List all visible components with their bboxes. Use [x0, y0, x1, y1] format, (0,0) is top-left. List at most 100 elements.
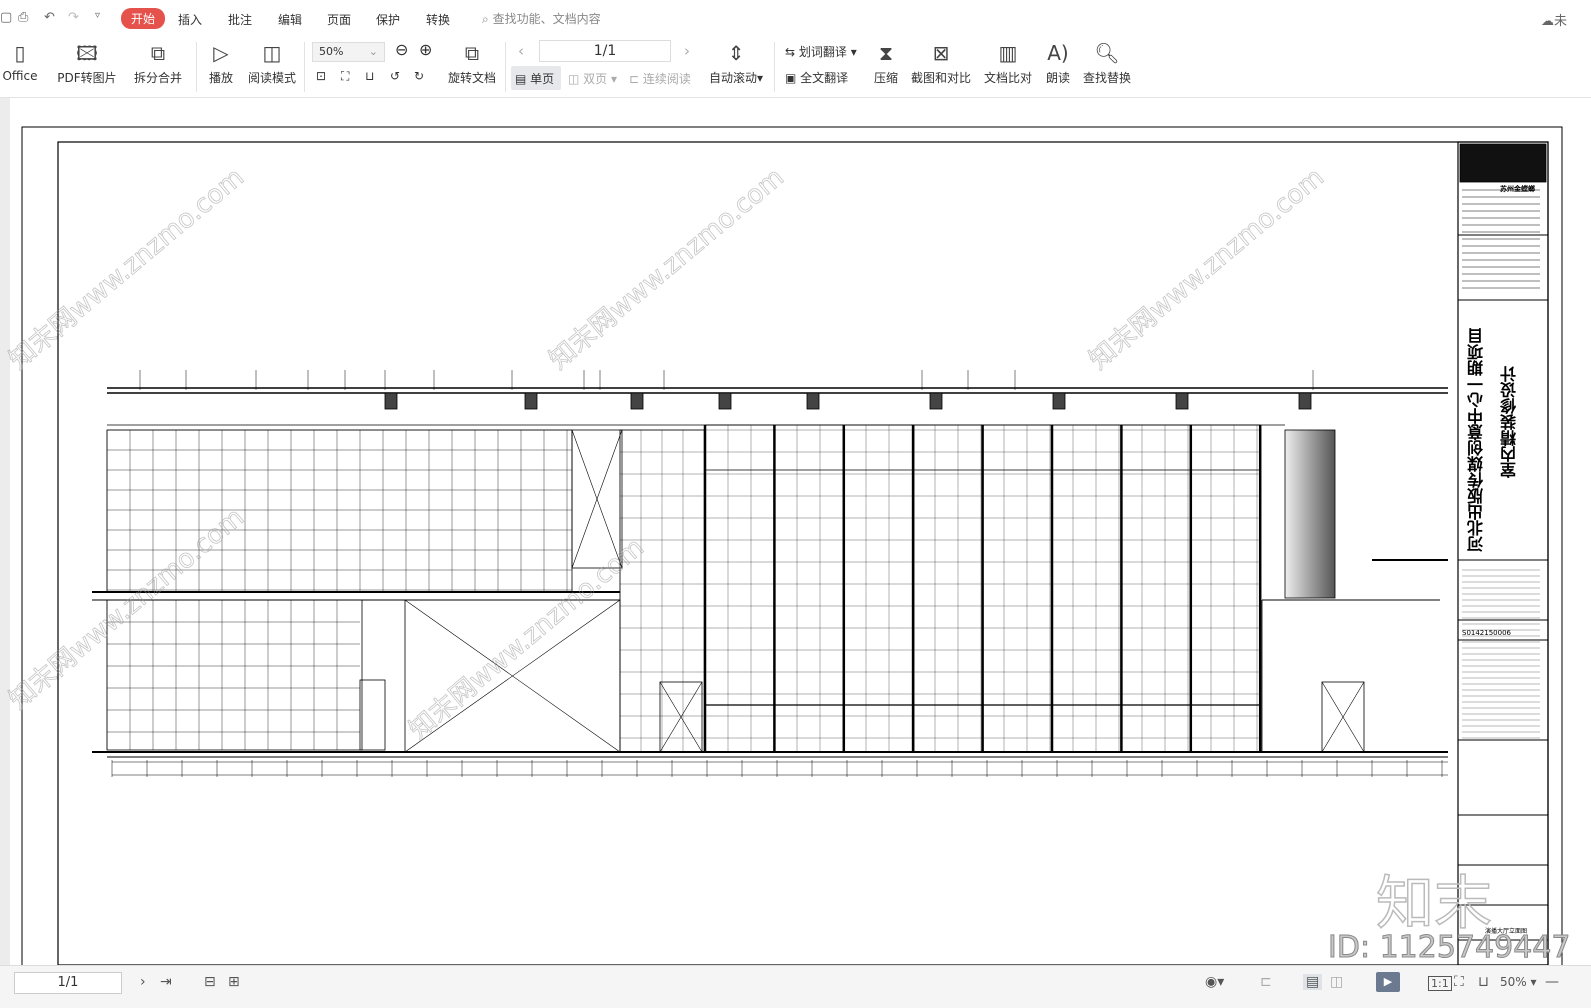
rotate-doc-icon: ⧉: [464, 41, 480, 65]
screenshot-compare-button[interactable]: ⊠ 截图和对比: [910, 40, 972, 86]
title-block-project-title: 河北出版传媒创意中心一期项目: [1467, 328, 1486, 552]
doc-compare-icon: ▥: [998, 41, 1018, 65]
pdf-to-image-button[interactable]: 🖾 PDF转图片: [56, 40, 118, 86]
doc-compare-button[interactable]: ▥ 文档比对: [982, 40, 1034, 86]
find-replace-button[interactable]: 🔍︎ 查找替换: [1082, 40, 1132, 86]
customize-icon[interactable]: ▿: [95, 10, 100, 21]
drawing-rect: [619, 429, 706, 753]
cad-drawing: [21, 126, 1563, 965]
zoom-out-icon[interactable]: ⊖: [395, 40, 408, 59]
print-icon[interactable]: ⎙: [18, 10, 28, 25]
double-page-view-icon[interactable]: ◫: [1330, 974, 1343, 990]
tab-protect[interactable]: 保护: [376, 9, 400, 30]
auto-scroll-button[interactable]: ⇕ 自动滚动▾: [706, 40, 766, 86]
drawing-rect: [1459, 143, 1547, 183]
zoom-select[interactable]: 50% ▾: [1500, 975, 1537, 989]
save-icon[interactable]: ▢: [0, 10, 12, 25]
image-icon: 🖾: [76, 41, 98, 65]
undo-icon[interactable]: ↶: [44, 10, 55, 25]
forward-icon[interactable]: ⊞: [228, 974, 240, 990]
title-block-project-no: S0142150006: [1462, 629, 1511, 637]
title-block-company: 苏州金螳螂: [1500, 185, 1535, 193]
drawing-rect: [806, 392, 820, 410]
read-mode-button[interactable]: ◫ 阅读模式: [246, 40, 298, 86]
next-page-icon[interactable]: ›: [140, 974, 146, 990]
single-page-button[interactable]: ▤ 单页: [511, 66, 561, 90]
rotate-right-icon[interactable]: ↻: [414, 69, 424, 83]
title-block-subtitle: 室内精装修设计: [1500, 366, 1519, 478]
zoom-in-icon[interactable]: ⊕: [419, 40, 432, 59]
split-merge-icon: ⧉: [150, 41, 166, 65]
status-bar: 1/1 › ⇥ ⊟ ⊞ ◉▾ ⊏ ▤ ◫ ▶ 1:1 ⛶ ⊔ 50% ▾ —: [0, 965, 1591, 1008]
continuous-read-button[interactable]: ⊏ 连续阅读: [629, 70, 691, 87]
status-page-input[interactable]: 1/1: [14, 972, 122, 994]
fit-width-icon[interactable]: ⊔: [365, 69, 374, 83]
full-translate-button[interactable]: ▣ 全文翻译: [785, 69, 848, 86]
prev-page-icon[interactable]: ‹: [518, 42, 524, 60]
fit-page-icon[interactable]: ⛶: [341, 69, 349, 84]
page-input[interactable]: 1/1: [539, 40, 671, 62]
rotate-doc-button[interactable]: ⧉ 旋转文档: [446, 40, 498, 86]
compress-icon: ⧗: [878, 41, 894, 65]
back-icon[interactable]: ⊟: [204, 974, 216, 990]
zoom-out-icon[interactable]: —: [1545, 974, 1559, 990]
tab-edit[interactable]: 编辑: [278, 9, 302, 30]
tab-start[interactable]: 开始: [121, 8, 166, 29]
read-aloud-button[interactable]: A) 朗读: [1042, 40, 1074, 86]
split-merge-button[interactable]: ⧉ 拆分合并: [128, 40, 188, 86]
fit-width-icon[interactable]: ⊔: [1478, 974, 1489, 990]
tab-convert[interactable]: 转换: [426, 9, 450, 30]
pdf-page: 河北出版传媒创意中心一期项目 室内精装修设计 苏州金螳螂 S0142150006…: [3, 98, 1591, 966]
redo-icon[interactable]: ↷: [68, 10, 79, 25]
tab-comment[interactable]: 批注: [228, 9, 252, 30]
watermark-id: ID: 1125749447: [1327, 930, 1571, 966]
drawing-rect: [524, 392, 538, 410]
play-button[interactable]: ▶: [1376, 972, 1400, 992]
compress-button[interactable]: ⧗ 压缩: [870, 40, 902, 86]
tab-insert[interactable]: 插入: [178, 9, 202, 30]
watermark-logo: 知末: [1375, 868, 1493, 938]
auto-scroll-icon: ⇕: [727, 41, 745, 65]
play-icon: ▶: [1383, 975, 1393, 988]
ribbon-toolbar: ▯ Office 🖾 PDF转图片 ⧉ 拆分合并 ▷ 播放 ◫ 阅读模式 50% ⌄ ⊖ ⊕…: [0, 36, 1591, 98]
cloud-label: 未: [1554, 14, 1568, 29]
menubar: ▢ ⎙ ↶ ↷ ▿ 开始 插入 批注 编辑 页面 保护 转换 ⌕ 查找功能、文档…: [0, 0, 1591, 36]
fit-page-icon[interactable]: ⛶: [1454, 974, 1464, 990]
drawing-rect: [630, 392, 644, 410]
drawing-rect: [106, 599, 363, 751]
next-page-icon[interactable]: ›: [684, 42, 690, 60]
drawing-rect: [1284, 429, 1336, 599]
drawing-rect: [359, 679, 386, 751]
drawing-rect: [1457, 141, 1549, 965]
play-circle-icon: ▷: [213, 41, 229, 65]
screenshot-icon: ⊠: [932, 41, 950, 65]
search-input[interactable]: ⌕ 查找功能、文档内容: [482, 10, 601, 27]
continuous-icon[interactable]: ⊏: [1260, 974, 1272, 990]
actual-size-icon[interactable]: 1:1: [1428, 976, 1452, 991]
double-page-button[interactable]: ◫ 双页 ▾: [568, 70, 617, 87]
book-icon: ◫: [262, 41, 282, 65]
zoom-select[interactable]: 50% ⌄: [312, 42, 385, 62]
chevron-down-icon: ⌄: [368, 45, 378, 58]
magnifier-icon: 🔍︎: [1094, 41, 1120, 65]
rotate-left-icon[interactable]: ↺: [390, 69, 400, 83]
office-icon: ▯: [14, 41, 26, 65]
document-area: 河北出版传媒创意中心一期项目 室内精装修设计 苏州金螳螂 S0142150006…: [0, 98, 1591, 966]
single-page-icon: ▤: [515, 72, 527, 86]
drawing-rect: [1052, 392, 1066, 410]
office-button[interactable]: ▯ Office: [0, 40, 42, 83]
drawing-rect: [384, 392, 398, 410]
cloud-sync-icon[interactable]: ☁未: [1541, 10, 1567, 29]
single-page-view-icon[interactable]: ▤: [1303, 974, 1323, 990]
drawing-rect: [1175, 392, 1189, 410]
actual-size-icon[interactable]: ⊡: [316, 69, 326, 83]
play-button[interactable]: ▷ 播放: [204, 40, 238, 86]
search-icon: ⌕: [482, 12, 489, 26]
read-aloud-icon: A): [1047, 41, 1069, 65]
drawing-rect: [1298, 392, 1312, 410]
tab-page[interactable]: 页面: [327, 9, 351, 30]
eye-protection-icon[interactable]: ◉▾: [1205, 974, 1224, 990]
word-translate-button[interactable]: ⇆ 划词翻译 ▾: [785, 43, 857, 60]
drawing-rect: [718, 392, 732, 410]
last-page-icon[interactable]: ⇥: [160, 974, 172, 990]
